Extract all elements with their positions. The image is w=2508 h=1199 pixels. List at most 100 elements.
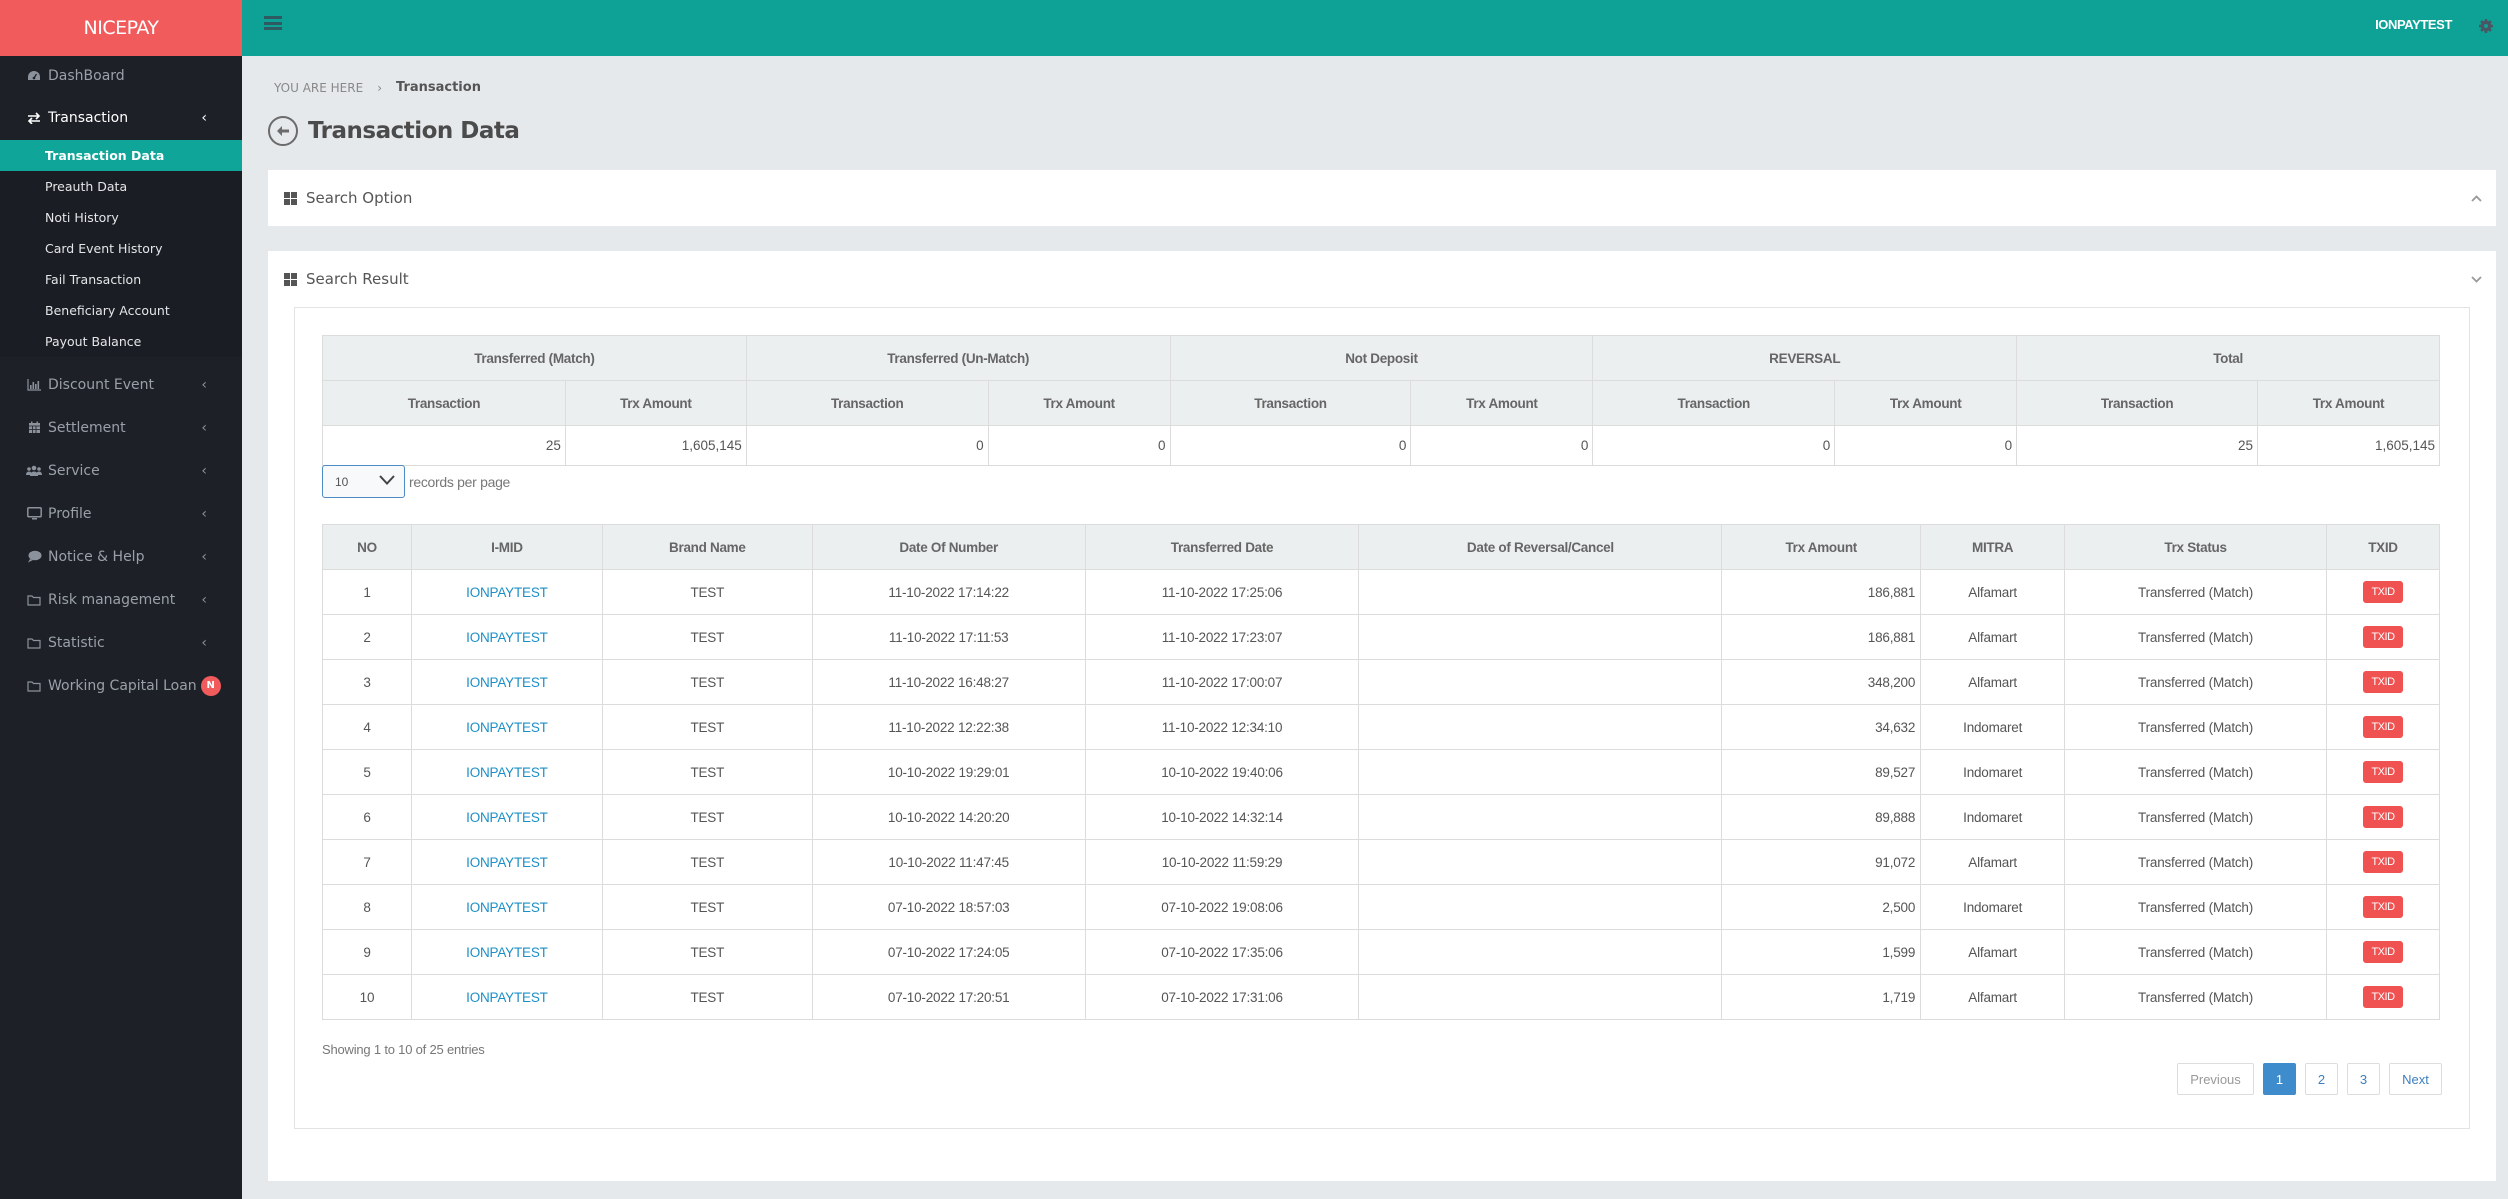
sidebar-item-discount-event[interactable]: Discount Event ‹ xyxy=(0,363,242,406)
sidebar-item-working-capital-loan[interactable]: Working Capital Loan N xyxy=(0,664,242,707)
column-header-brand-name[interactable]: Brand Name xyxy=(601,524,813,570)
txid-button[interactable]: TXID xyxy=(2363,986,2403,1008)
txid-button[interactable]: TXID xyxy=(2363,761,2403,783)
column-header-transferred-date[interactable]: Transferred Date xyxy=(1084,524,1360,570)
column-header-imid[interactable]: I-MID xyxy=(410,524,603,570)
txid-button[interactable]: TXID xyxy=(2363,581,2403,603)
cell-trx-status: Transferred (Match) xyxy=(2064,974,2327,1020)
back-button[interactable] xyxy=(268,116,298,146)
cell-reversal-date xyxy=(1358,839,1723,885)
cell-imid-link[interactable]: IONPAYTEST xyxy=(410,659,603,705)
txid-button[interactable]: TXID xyxy=(2363,851,2403,873)
sidebar-subitem-beneficiary-account[interactable]: Beneficiary Account xyxy=(0,295,242,326)
cell-reversal-date xyxy=(1358,614,1723,660)
cell-imid-link[interactable]: IONPAYTEST xyxy=(410,794,603,840)
column-header-date-of-number[interactable]: Date Of Number xyxy=(811,524,1086,570)
sidebar-item-risk-management[interactable]: Risk management ‹ xyxy=(0,578,242,621)
summary-value: 0 xyxy=(1169,425,1412,466)
result-container: Transferred (Match) Transferred (Un-Matc… xyxy=(294,307,2470,1129)
cell-transferred-date: 10-10-2022 11:59:29 xyxy=(1084,839,1360,885)
grid-icon xyxy=(284,191,297,205)
cell-trx-amount: 89,888 xyxy=(1721,794,1922,840)
column-header-reversal-date[interactable]: Date of Reversal/Cancel xyxy=(1358,524,1723,570)
dashboard-icon xyxy=(26,68,42,84)
summary-group-row: Transferred (Match) Transferred (Un-Matc… xyxy=(322,335,2440,381)
sidebar-subitem-card-event-history[interactable]: Card Event History xyxy=(0,233,242,264)
cell-brand-name: TEST xyxy=(601,704,813,750)
cell-date-of-number: 10-10-2022 11:47:45 xyxy=(811,839,1086,885)
column-header-trx-amount[interactable]: Trx Amount xyxy=(1721,524,1922,570)
sidebar-item-service[interactable]: Service ‹ xyxy=(0,449,242,492)
cell-mitra: Alfamart xyxy=(1920,614,2066,660)
column-header-no[interactable]: NO xyxy=(322,524,412,570)
pagination-page-1[interactable]: 1 xyxy=(2263,1063,2296,1095)
txid-button[interactable]: TXID xyxy=(2363,941,2403,963)
records-per-page-select[interactable]: 10 xyxy=(322,465,405,498)
sidebar-subitem-fail-transaction[interactable]: Fail Transaction xyxy=(0,264,242,295)
sidebar-item-profile[interactable]: Profile ‹ xyxy=(0,492,242,535)
cell-imid-link[interactable]: IONPAYTEST xyxy=(410,974,603,1020)
cell-mitra: Alfamart xyxy=(1920,569,2066,615)
sidebar-subitem-transaction-data[interactable]: Transaction Data xyxy=(0,140,242,171)
breadcrumb-current[interactable]: Transaction xyxy=(396,80,481,95)
summary-sub-row: Transaction Trx Amount Transaction Trx A… xyxy=(322,380,2440,426)
txid-button[interactable]: TXID xyxy=(2363,671,2403,693)
sidebar-subitem-payout-balance[interactable]: Payout Balance xyxy=(0,326,242,357)
sidebar-item-transaction[interactable]: Transaction ‹ xyxy=(0,96,242,140)
summary-group-header: REVERSAL xyxy=(1592,335,2018,381)
sidebar-item-dashboard[interactable]: DashBoard xyxy=(0,56,242,96)
cell-txid: TXID xyxy=(2325,839,2441,885)
pagination-next[interactable]: Next xyxy=(2389,1063,2442,1095)
txid-button[interactable]: TXID xyxy=(2363,626,2403,648)
search-result-header[interactable]: Search Result xyxy=(268,251,2496,307)
sidebar-subitem-noti-history[interactable]: Noti History xyxy=(0,202,242,233)
table-row: 9 IONPAYTEST TEST 07-10-2022 17:24:05 07-10-… xyxy=(322,929,2441,975)
cell-no: 4 xyxy=(322,704,412,750)
cell-brand-name: TEST xyxy=(601,659,813,705)
txid-button[interactable]: TXID xyxy=(2363,716,2403,738)
cell-trx-status: Transferred (Match) xyxy=(2064,749,2327,795)
menu-toggle-icon[interactable] xyxy=(264,16,282,30)
gear-icon[interactable] xyxy=(2476,16,2496,36)
table-info: Showing 1 to 10 of 25 entries xyxy=(322,1042,485,1057)
cell-imid-link[interactable]: IONPAYTEST xyxy=(410,569,603,615)
cell-reversal-date xyxy=(1358,794,1723,840)
cell-imid-link[interactable]: IONPAYTEST xyxy=(410,704,603,750)
search-option-header[interactable]: Search Option xyxy=(268,170,2496,226)
cell-date-of-number: 10-10-2022 19:29:01 xyxy=(811,749,1086,795)
chevron-left-icon: ‹ xyxy=(201,634,207,651)
cell-trx-amount: 348,200 xyxy=(1721,659,1922,705)
txid-button[interactable]: TXID xyxy=(2363,896,2403,918)
chevron-up-icon[interactable] xyxy=(2471,191,2482,205)
pagination-page-2[interactable]: 2 xyxy=(2305,1063,2338,1095)
cell-imid-link[interactable]: IONPAYTEST xyxy=(410,839,603,885)
cell-imid-link[interactable]: IONPAYTEST xyxy=(410,749,603,795)
chevron-down-icon[interactable] xyxy=(2471,272,2482,286)
cell-imid-link[interactable]: IONPAYTEST xyxy=(410,614,603,660)
txid-button[interactable]: TXID xyxy=(2363,806,2403,828)
column-header-trx-status[interactable]: Trx Status xyxy=(2064,524,2327,570)
cell-imid-link[interactable]: IONPAYTEST xyxy=(410,884,603,930)
sidebar-item-label: Service xyxy=(48,462,100,479)
pagination-previous[interactable]: Previous xyxy=(2177,1063,2254,1095)
sidebar-item-notice-help[interactable]: Notice & Help ‹ xyxy=(0,535,242,578)
column-header-txid[interactable]: TXID xyxy=(2325,524,2441,570)
sidebar-item-label: DashBoard xyxy=(48,68,125,84)
search-option-panel: Search Option xyxy=(268,170,2496,226)
column-header-mitra[interactable]: MITRA xyxy=(1920,524,2066,570)
table-row: 5 IONPAYTEST TEST 10-10-2022 19:29:01 10-10-… xyxy=(322,749,2441,795)
cell-trx-status: Transferred (Match) xyxy=(2064,884,2327,930)
sidebar-subitem-preauth-data[interactable]: Preauth Data xyxy=(0,171,242,202)
sidebar-item-statistic[interactable]: Statistic ‹ xyxy=(0,621,242,664)
chevron-left-icon: ‹ xyxy=(201,376,207,393)
cell-reversal-date xyxy=(1358,569,1723,615)
cell-transferred-date: 11-10-2022 17:00:07 xyxy=(1084,659,1360,705)
cell-imid-link[interactable]: IONPAYTEST xyxy=(410,929,603,975)
user-menu[interactable]: IONPAYTEST xyxy=(2375,17,2452,32)
brand-logo[interactable]: NICEPAY xyxy=(0,0,242,56)
cell-mitra: Alfamart xyxy=(1920,659,2066,705)
breadcrumb-prefix: YOU ARE HERE xyxy=(274,80,364,95)
sidebar-item-settlement[interactable]: Settlement ‹ xyxy=(0,406,242,449)
sidebar: NICEPAY DashBoard Transaction ‹ Transact… xyxy=(0,0,242,1199)
pagination-page-3[interactable]: 3 xyxy=(2347,1063,2380,1095)
